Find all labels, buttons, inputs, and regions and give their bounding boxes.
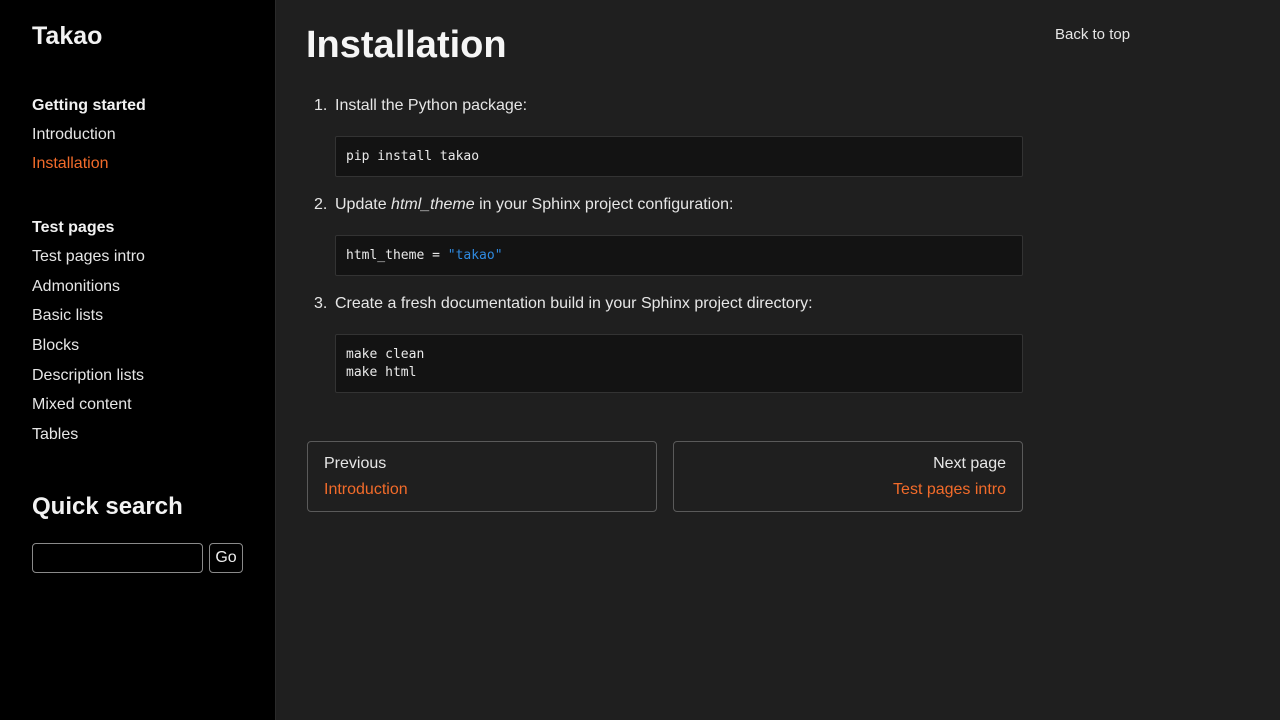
code-line: make html [346, 365, 417, 380]
code-block: html_theme = "takao" [335, 235, 1023, 276]
sidebar-item-introduction[interactable]: Introduction [32, 126, 116, 144]
step-number: 3. [314, 295, 328, 312]
sidebar-item-basic-lists[interactable]: Basic lists [32, 307, 103, 325]
quick-search-title: Quick search [32, 493, 183, 520]
previous-page-title: Introduction [324, 481, 408, 498]
step-text-part: Update [335, 196, 392, 213]
code-block: pip install takao [335, 136, 1023, 177]
step-number: 2. [314, 196, 328, 213]
search-input[interactable] [32, 543, 203, 573]
step-number: 1. [314, 97, 328, 114]
sidebar-item-description-lists[interactable]: Description lists [32, 367, 144, 385]
sidebar-item-installation[interactable]: Installation [32, 155, 109, 173]
code-string: "takao" [447, 248, 503, 263]
code-line: make clean [346, 347, 425, 362]
sidebar-item-tables[interactable]: Tables [32, 426, 78, 444]
step-text: Create a fresh documentation build in yo… [335, 295, 813, 312]
nav-section-getting-started: Getting started [32, 97, 146, 114]
search-go-button[interactable]: Go [209, 543, 243, 573]
code-line: pip install takao [346, 149, 480, 164]
sidebar-item-admonitions[interactable]: Admonitions [32, 278, 120, 296]
sidebar-item-mixed-content[interactable]: Mixed content [32, 396, 132, 414]
previous-page-link[interactable]: Previous Introduction [307, 441, 657, 512]
sidebar: Takao Getting started Introduction Insta… [0, 0, 276, 720]
next-page-link[interactable]: Next page Test pages intro [673, 441, 1023, 512]
step-text-emphasis: html_theme [391, 196, 475, 213]
step-text: Install the Python package: [335, 97, 528, 114]
site-title-link[interactable]: Takao [32, 22, 102, 51]
code-plain: html_theme = [346, 248, 448, 263]
page-title: Installation [306, 24, 507, 66]
previous-label: Previous [324, 455, 387, 472]
step-text-part: in your Sphinx project configuration: [474, 196, 734, 213]
back-to-top-link[interactable]: Back to top [1055, 26, 1130, 43]
next-label: Next page [933, 455, 1006, 472]
next-page-title: Test pages intro [893, 481, 1006, 498]
sidebar-item-test-pages-intro[interactable]: Test pages intro [32, 248, 145, 266]
code-block: make clean make html [335, 334, 1023, 393]
nav-section-test-pages: Test pages [32, 219, 115, 236]
main-content: Installation Back to top 1. Install the … [276, 0, 1280, 720]
step-text: Update html_theme in your Sphinx project… [335, 196, 733, 214]
sidebar-item-blocks[interactable]: Blocks [32, 337, 79, 355]
